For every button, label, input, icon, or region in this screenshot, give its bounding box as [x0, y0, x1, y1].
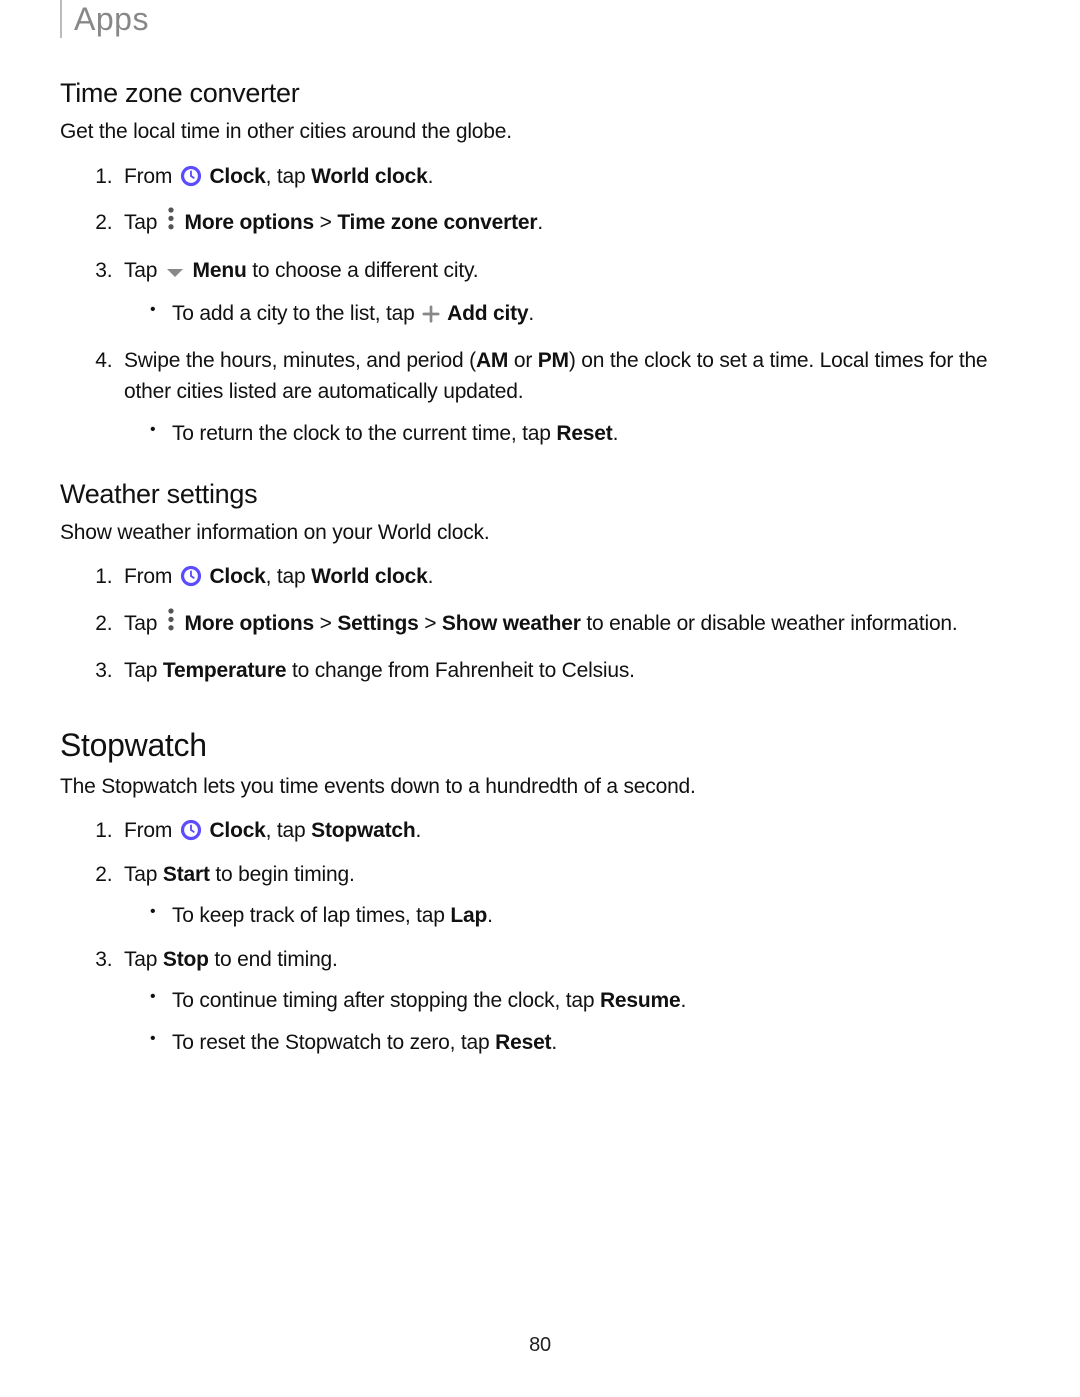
text: , tap: [266, 819, 312, 842]
text-bold: Clock: [204, 819, 266, 842]
section-intro-tzc: Get the local time in other cities aroun…: [60, 117, 1020, 146]
list-item: Swipe the hours, minutes, and period (AM…: [118, 345, 1020, 450]
text-bold: Lap: [450, 904, 487, 927]
page-header: Apps: [74, 0, 1020, 38]
text: .: [428, 165, 434, 188]
text: >: [314, 612, 337, 635]
list-item: Tap Menu to choose a different city. To …: [118, 255, 1020, 333]
section-intro-weather: Show weather information on your World c…: [60, 518, 1020, 547]
text-bold: Temperature: [163, 659, 286, 682]
text: .: [613, 422, 619, 445]
page-number: 80: [0, 1334, 1080, 1357]
text: .: [528, 302, 534, 325]
text: .: [416, 819, 422, 842]
sw-steps: From Clock, tap Stopwatch. Tap Start to …: [60, 815, 1020, 1058]
clock-icon: [180, 165, 202, 187]
text: to choose a different city.: [247, 259, 479, 282]
tzc-steps: From Clock, tap World clock. Tap More op…: [60, 161, 1020, 449]
text: .: [537, 211, 543, 234]
list-item: Tap More options > Time zone converter.: [118, 204, 1020, 242]
text: .: [680, 989, 686, 1012]
text: From: [124, 819, 178, 842]
text: Tap: [124, 659, 163, 682]
clock-icon: [180, 819, 202, 841]
text: To add a city to the list, tap: [172, 302, 420, 325]
list-item: Tap Temperature to change from Fahrenhei…: [118, 655, 1020, 687]
text-bold: World clock: [311, 565, 427, 588]
list-item: From Clock, tap Stopwatch.: [118, 815, 1020, 847]
ws-steps: From Clock, tap World clock. Tap More op…: [60, 561, 1020, 686]
text: Tap: [124, 863, 163, 886]
list-item: Tap More options > Settings > Show weath…: [118, 605, 1020, 643]
text-bold: Reset: [556, 422, 612, 445]
dropdown-icon: [165, 257, 185, 289]
text-bold: Stop: [163, 948, 209, 971]
text: To return the clock to the current time,…: [172, 422, 556, 445]
text-bold: Settings: [337, 612, 418, 635]
text: Tap: [124, 948, 163, 971]
text: To reset the Stopwatch to zero, tap: [172, 1031, 495, 1054]
text-bold: More options: [179, 612, 314, 635]
text-bold: Start: [163, 863, 210, 886]
text: , tap: [266, 565, 312, 588]
text-bold: AM: [476, 349, 508, 372]
section-heading-tzc: Time zone converter: [60, 78, 1020, 109]
text-bold: Add city: [442, 302, 528, 325]
list-item: From Clock, tap World clock.: [118, 561, 1020, 593]
list-item: To reset the Stopwatch to zero, tap Rese…: [150, 1027, 1020, 1059]
text-bold: Show weather: [442, 612, 581, 635]
list-item: To return the clock to the current time,…: [150, 418, 1020, 450]
text: From: [124, 565, 178, 588]
text-bold: More options: [179, 211, 314, 234]
text: .: [551, 1031, 557, 1054]
text-bold: Clock: [204, 165, 266, 188]
list-item: Tap Start to begin timing. To keep track…: [118, 859, 1020, 932]
list-item: Tap Stop to end timing. To continue timi…: [118, 944, 1020, 1059]
text: >: [314, 211, 337, 234]
text: or: [508, 349, 538, 372]
more-options-icon: [165, 204, 177, 242]
list-item: From Clock, tap World clock.: [118, 161, 1020, 193]
text: From: [124, 165, 178, 188]
text: Tap: [124, 612, 163, 635]
list-item: To add a city to the list, tap Add city.: [150, 298, 1020, 333]
text-bold: Menu: [187, 259, 247, 282]
text: >: [419, 612, 442, 635]
more-options-icon: [165, 605, 177, 643]
text: , tap: [266, 165, 312, 188]
text: to change from Fahrenheit to Celsius.: [286, 659, 634, 682]
plus-icon: [422, 301, 440, 333]
text: Tap: [124, 259, 163, 282]
text-bold: Time zone converter: [337, 211, 537, 234]
text: Tap: [124, 211, 163, 234]
text-bold: Stopwatch: [311, 819, 415, 842]
text: .: [428, 565, 434, 588]
list-item: To keep track of lap times, tap Lap.: [150, 900, 1020, 932]
text-bold: Resume: [600, 989, 681, 1012]
text-bold: Clock: [204, 565, 266, 588]
clock-icon: [180, 565, 202, 587]
text: to begin timing.: [210, 863, 355, 886]
text-bold: Reset: [495, 1031, 551, 1054]
text: To keep track of lap times, tap: [172, 904, 450, 927]
text: to enable or disable weather information…: [581, 612, 958, 635]
text-bold: World clock: [311, 165, 427, 188]
list-item: To continue timing after stopping the cl…: [150, 985, 1020, 1017]
text: to end timing.: [209, 948, 338, 971]
text: To continue timing after stopping the cl…: [172, 989, 600, 1012]
text-bold: PM: [538, 349, 569, 372]
section-intro-stopwatch: The Stopwatch lets you time events down …: [60, 772, 1020, 801]
text: Swipe the hours, minutes, and period (: [124, 349, 476, 372]
section-heading-stopwatch: Stopwatch: [60, 727, 1020, 764]
text: .: [487, 904, 493, 927]
section-heading-weather: Weather settings: [60, 479, 1020, 510]
